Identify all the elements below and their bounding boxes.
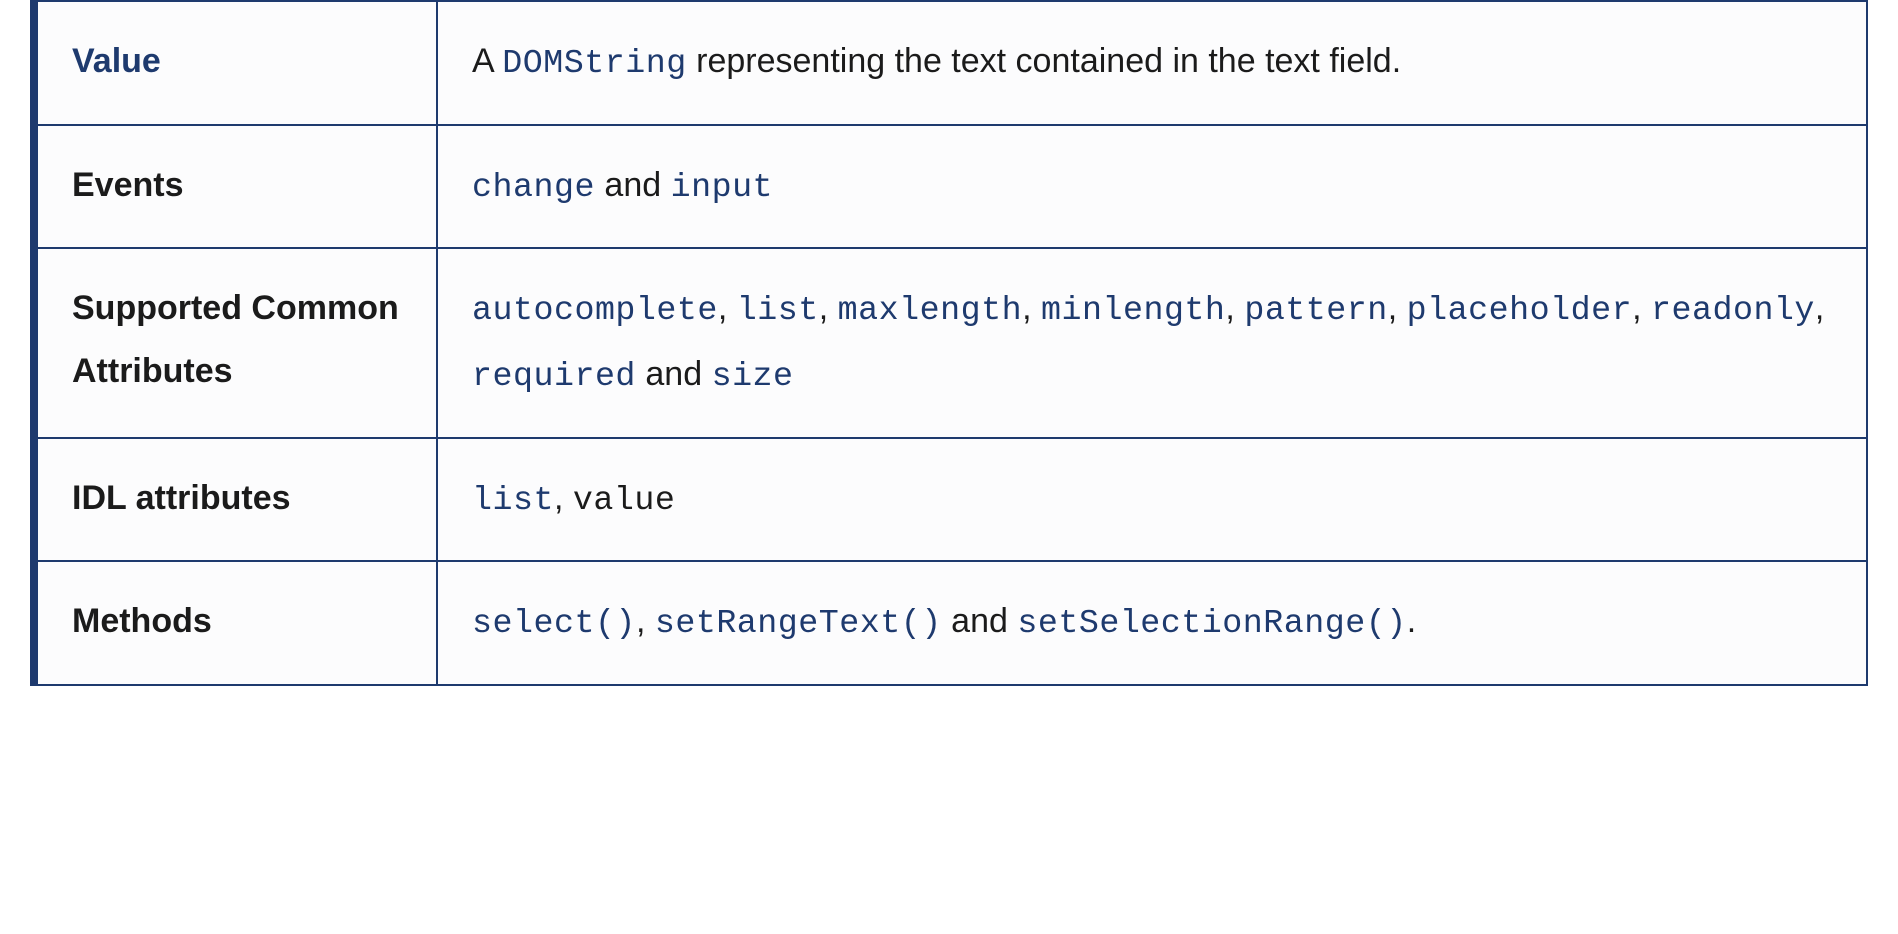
sep: , bbox=[1632, 289, 1651, 327]
idl-list-link[interactable]: list bbox=[472, 479, 554, 517]
row-value-cell: change and input bbox=[437, 125, 1867, 249]
code-placeholder: placeholder bbox=[1407, 292, 1632, 330]
code-size: size bbox=[712, 358, 794, 396]
properties-table: Value A DOMString representing the text … bbox=[30, 0, 1868, 686]
attr-required-link[interactable]: required bbox=[472, 355, 636, 393]
row-value-cell: A DOMString representing the text contai… bbox=[437, 1, 1867, 125]
code-maxlength: maxlength bbox=[838, 292, 1022, 330]
attr-pattern-link[interactable]: pattern bbox=[1244, 289, 1387, 327]
sep: , bbox=[1022, 289, 1041, 327]
text-a: A bbox=[472, 42, 493, 80]
row-value-cell: list, value bbox=[437, 438, 1867, 562]
sep: , bbox=[636, 602, 655, 640]
attr-size-link[interactable]: size bbox=[712, 355, 794, 393]
value-link[interactable]: Value bbox=[72, 42, 161, 80]
attr-minlength-link[interactable]: minlength bbox=[1041, 289, 1225, 327]
code-minlength: minlength bbox=[1041, 292, 1225, 330]
row-key-cell: IDL attributes bbox=[34, 438, 437, 562]
table-row: Events change and input bbox=[34, 125, 1867, 249]
attr-list-link[interactable]: list bbox=[737, 289, 819, 327]
code-readonly: readonly bbox=[1651, 292, 1815, 330]
text-and: and bbox=[645, 355, 702, 393]
row-value-cell: autocomplete, list, maxlength, minlength… bbox=[437, 248, 1867, 437]
code-list: list bbox=[737, 292, 819, 330]
method-select-link[interactable]: select() bbox=[472, 602, 636, 640]
sep: , bbox=[1225, 289, 1244, 327]
text-and: and bbox=[951, 602, 1008, 640]
sep: , bbox=[718, 289, 737, 327]
sep: , bbox=[1388, 289, 1407, 327]
code-autocomplete: autocomplete bbox=[472, 292, 718, 330]
event-change-link[interactable]: change bbox=[472, 166, 595, 204]
table-row: Supported Common Attributes autocomplete… bbox=[34, 248, 1867, 437]
sep: , bbox=[819, 289, 838, 327]
event-input-link[interactable]: input bbox=[671, 166, 773, 204]
method-setselectionrange-link[interactable]: setSelectionRange() bbox=[1017, 602, 1406, 640]
attr-placeholder-link[interactable]: placeholder bbox=[1407, 289, 1632, 327]
table-row: IDL attributes list, value bbox=[34, 438, 1867, 562]
row-key-cell: Value bbox=[34, 1, 437, 125]
code-setselectionrange: setSelectionRange() bbox=[1017, 605, 1406, 643]
sep: , bbox=[1815, 289, 1824, 327]
row-value-cell: select(), setRangeText() and setSelectio… bbox=[437, 561, 1867, 685]
text-suffix: representing the text contained in the t… bbox=[696, 42, 1401, 80]
row-key-cell: Methods bbox=[34, 561, 437, 685]
method-setrangetext-link[interactable]: setRangeText() bbox=[655, 602, 942, 640]
text-and: and bbox=[604, 166, 661, 204]
table-row: Value A DOMString representing the text … bbox=[34, 1, 1867, 125]
code-domstring: DOMString bbox=[502, 45, 686, 83]
code-pattern: pattern bbox=[1244, 292, 1387, 330]
code-input: input bbox=[671, 169, 773, 207]
sep: , bbox=[554, 479, 573, 517]
code-setrangetext: setRangeText() bbox=[655, 605, 942, 643]
code-change: change bbox=[472, 169, 595, 207]
row-key-cell: Events bbox=[34, 125, 437, 249]
domstring-link[interactable]: DOMString bbox=[502, 42, 686, 80]
code-required: required bbox=[472, 358, 636, 396]
code-select: select() bbox=[472, 605, 636, 643]
attr-maxlength-link[interactable]: maxlength bbox=[838, 289, 1022, 327]
table-row: Methods select(), setRangeText() and set… bbox=[34, 561, 1867, 685]
text-period: . bbox=[1407, 602, 1416, 640]
code-idl-list: list bbox=[472, 482, 554, 520]
code-idl-value: value bbox=[573, 482, 675, 520]
attr-readonly-link[interactable]: readonly bbox=[1651, 289, 1815, 327]
row-key-cell: Supported Common Attributes bbox=[34, 248, 437, 437]
attr-autocomplete-link[interactable]: autocomplete bbox=[472, 289, 718, 327]
